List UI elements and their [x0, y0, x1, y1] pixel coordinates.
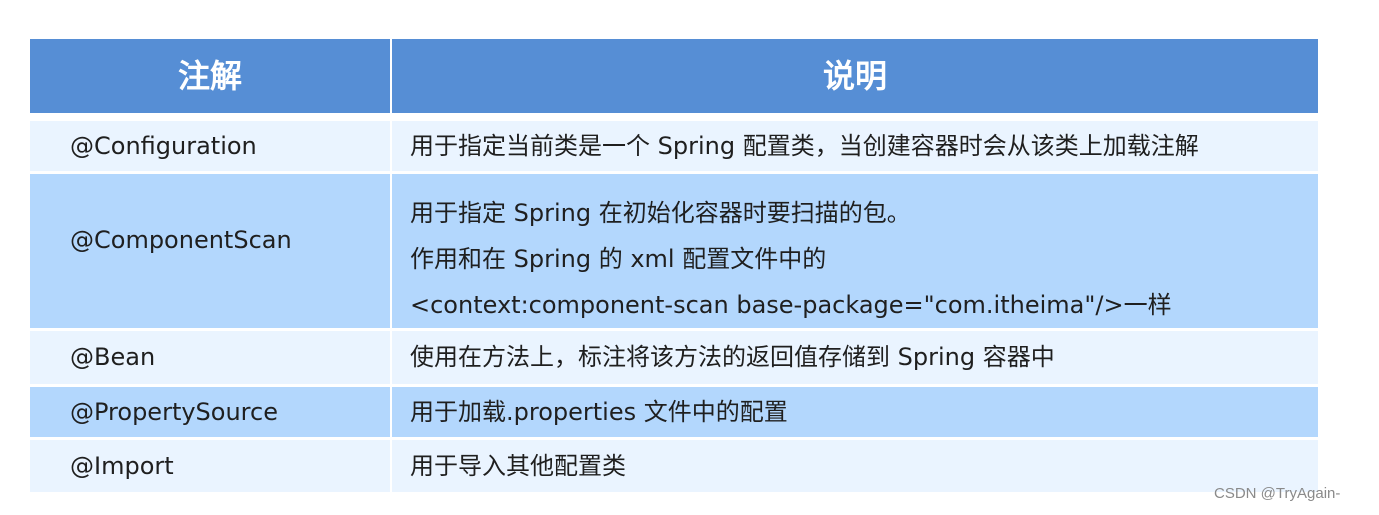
table-row: @PropertySource 用于加载.properties 文件中的配置 — [30, 387, 1318, 437]
table-header-row: 注解 说明 — [30, 39, 1318, 113]
annotation-cell: @Bean — [30, 331, 390, 384]
table-row: @Bean 使用在方法上，标注将该方法的返回值存储到 Spring 容器中 — [30, 331, 1318, 384]
table-row: @Import 用于导入其他配置类 — [30, 440, 1318, 492]
table-row: @Configuration 用于指定当前类是一个 Spring 配置类，当创建… — [30, 121, 1318, 171]
annotation-cell: @PropertySource — [30, 387, 390, 437]
description-line: 作用和在 Spring 的 xml 配置文件中的 — [410, 245, 827, 273]
description-cell: 使用在方法上，标注将该方法的返回值存储到 Spring 容器中 — [392, 331, 1318, 384]
description-line: 用于指定 Spring 在初始化容器时要扫描的包。 — [410, 199, 911, 227]
annotations-table: 注解 说明 @Configuration 用于指定当前类是一个 Spring 配… — [30, 39, 1318, 495]
description-cell: 用于指定 Spring 在初始化容器时要扫描的包。 作用和在 Spring 的 … — [392, 174, 1318, 328]
annotation-text: @ComponentScan — [70, 226, 292, 254]
watermark: CSDN @TryAgain- — [1214, 485, 1341, 502]
description-cell: 用于导入其他配置类 — [392, 440, 1318, 492]
table-row: @ComponentScan 用于指定 Spring 在初始化容器时要扫描的包。… — [30, 174, 1318, 328]
description-cell: 用于加载.properties 文件中的配置 — [392, 387, 1318, 437]
annotation-cell: @ComponentScan — [30, 174, 390, 328]
description-cell: 用于指定当前类是一个 Spring 配置类，当创建容器时会从该类上加载注解 — [392, 121, 1318, 171]
header-annotation: 注解 — [30, 39, 390, 113]
annotation-cell: @Import — [30, 440, 390, 492]
header-description: 说明 — [392, 39, 1318, 113]
description-line: <context:component-scan base-package="co… — [410, 291, 1172, 319]
annotation-cell: @Configuration — [30, 121, 390, 171]
